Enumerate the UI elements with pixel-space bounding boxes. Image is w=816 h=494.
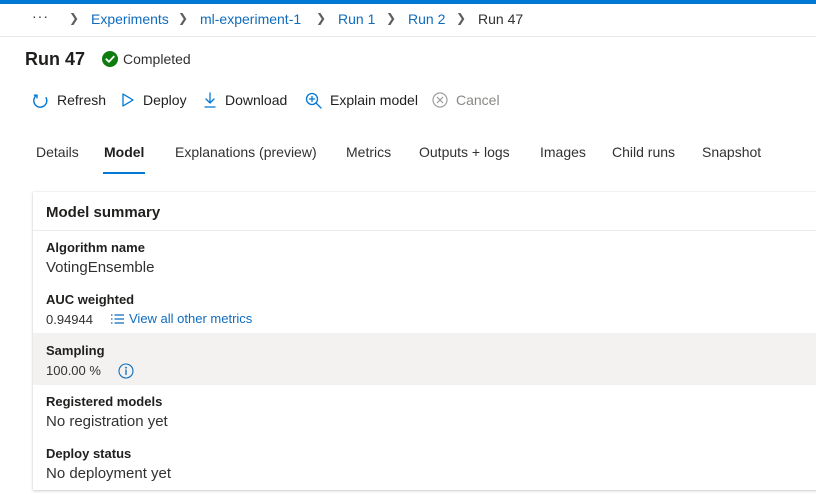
download-icon xyxy=(204,92,216,108)
chevron-right-icon: ❯ xyxy=(386,11,397,25)
tab-snapshot[interactable]: Snapshot xyxy=(702,144,761,160)
deploy-label: Deploy xyxy=(143,92,187,108)
sampling-label: Sampling xyxy=(46,343,105,358)
explain-model-button[interactable]: Explain model xyxy=(305,90,418,110)
auc-label: AUC weighted xyxy=(46,292,135,307)
card-header: Model summary xyxy=(33,192,816,231)
deploy-button[interactable]: Deploy xyxy=(121,90,187,110)
breadcrumb-experiments[interactable]: Experiments xyxy=(91,11,169,27)
download-label: Download xyxy=(225,92,288,108)
view-all-metrics-label: View all other metrics xyxy=(129,311,253,326)
card-title: Model summary xyxy=(46,204,161,221)
chevron-right-icon: ❯ xyxy=(69,11,80,25)
sampling-row: Sampling 100.00 % xyxy=(33,333,816,385)
tab-outputs-logs[interactable]: Outputs + logs xyxy=(419,144,510,160)
sampling-value: 100.00 % xyxy=(46,363,101,378)
play-icon xyxy=(122,93,134,107)
cancel-label: Cancel xyxy=(456,92,500,108)
algorithm-label: Algorithm name xyxy=(46,240,145,255)
breadcrumb-current: Run 47 xyxy=(478,11,524,27)
view-all-metrics-link[interactable]: View all other metrics xyxy=(110,311,252,326)
status-badge: Completed xyxy=(102,50,191,68)
breadcrumb: ··· ❯ Experiments ❯ ml-experiment-1 ❯ Ru… xyxy=(0,4,816,37)
breadcrumb-run-2[interactable]: Run 2 xyxy=(408,11,445,27)
cancel-button[interactable]: Cancel xyxy=(432,90,500,110)
info-icon[interactable] xyxy=(118,363,134,379)
status-text: Completed xyxy=(123,51,191,67)
breadcrumb-run-1[interactable]: Run 1 xyxy=(338,11,375,27)
model-summary-card: Model summary Algorithm name VotingEnsem… xyxy=(33,192,816,490)
auc-value: 0.94944 xyxy=(46,312,93,327)
tab-images[interactable]: Images xyxy=(540,144,586,160)
page-title: Run 47 xyxy=(25,49,86,69)
list-icon xyxy=(111,313,124,324)
tab-metrics[interactable]: Metrics xyxy=(346,144,391,160)
auc-row: AUC weighted 0.94944 View all other metr… xyxy=(33,281,816,333)
tab-model[interactable]: Model xyxy=(104,144,144,160)
active-tab-indicator xyxy=(103,172,145,174)
registered-models-label: Registered models xyxy=(46,394,163,409)
registered-models-row: Registered models No registration yet xyxy=(33,385,816,437)
chevron-right-icon: ❯ xyxy=(316,11,327,25)
refresh-button[interactable]: Refresh xyxy=(32,90,106,110)
chevron-right-icon: ❯ xyxy=(178,11,189,25)
explain-model-label: Explain model xyxy=(330,92,418,108)
deploy-status-row: Deploy status No deployment yet xyxy=(33,437,816,489)
refresh-icon xyxy=(33,94,48,108)
deploy-status-value: No deployment yet xyxy=(46,465,172,482)
tab-child-runs[interactable]: Child runs xyxy=(612,144,675,160)
algorithm-value: VotingEnsemble xyxy=(46,259,155,276)
chevron-right-icon: ❯ xyxy=(456,11,467,25)
zoom-in-icon xyxy=(305,92,322,109)
refresh-label: Refresh xyxy=(57,92,107,108)
cancel-icon xyxy=(432,92,448,108)
breadcrumb-more-button[interactable]: ··· xyxy=(32,8,49,24)
tab-explanations[interactable]: Explanations (preview) xyxy=(175,144,317,160)
breadcrumb-experiment[interactable]: ml-experiment-1 xyxy=(200,11,301,27)
tab-details[interactable]: Details xyxy=(36,144,79,160)
registered-models-value: No registration yet xyxy=(46,413,168,430)
download-button[interactable]: Download xyxy=(203,90,287,110)
check-circle-icon xyxy=(102,51,118,67)
algorithm-row: Algorithm name VotingEnsemble xyxy=(33,231,816,281)
deploy-status-label: Deploy status xyxy=(46,446,132,461)
